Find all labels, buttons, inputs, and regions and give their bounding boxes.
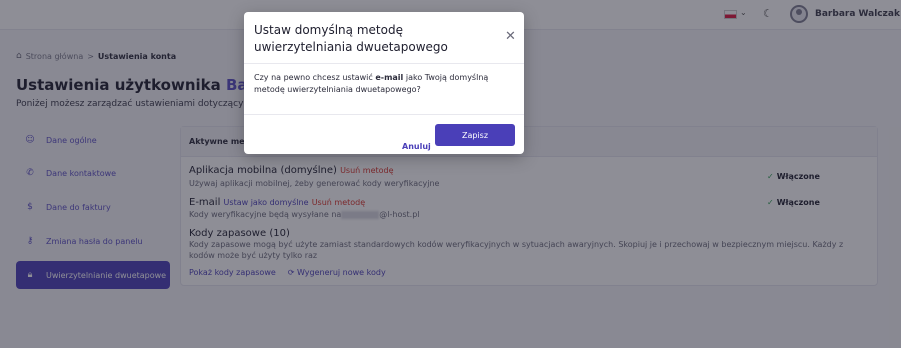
modal-body: Czy na pewno chcesz ustawić e-mail jako …	[254, 73, 489, 94]
method-name-bold: e-mail	[375, 73, 404, 82]
divider	[244, 63, 524, 64]
default-method-modal: Ustaw domyślną metodę uwierzytelniania d…	[244, 12, 524, 154]
close-icon[interactable]: ✕	[505, 29, 516, 44]
cancel-button[interactable]: Anuluj	[402, 142, 431, 151]
divider	[244, 114, 524, 115]
modal-title: Ustaw domyślną metodę uwierzytelniania d…	[254, 23, 448, 54]
save-button[interactable]: Zapisz	[435, 124, 515, 146]
